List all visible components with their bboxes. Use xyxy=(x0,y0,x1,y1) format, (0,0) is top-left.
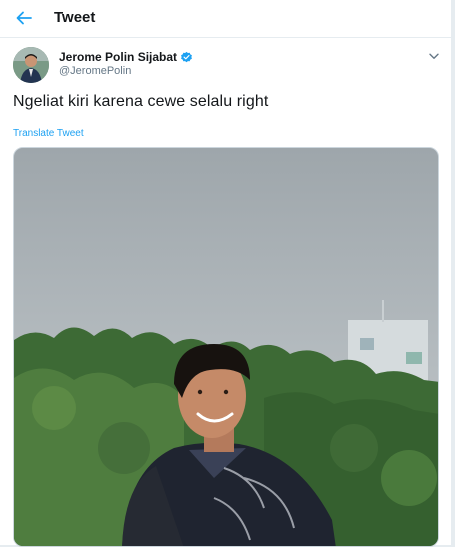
author-display-name[interactable]: Jerome Polin Sijabat xyxy=(59,50,177,64)
verified-badge-icon xyxy=(180,51,193,64)
page-header: Tweet xyxy=(0,0,451,38)
translate-tweet-link[interactable]: Translate Tweet xyxy=(13,128,84,139)
tweet-text: Ngeliat kiri karena cewe selalu right xyxy=(13,93,269,110)
tweet-page: Tweet Jerome Polin Sijabat @JeromePolin … xyxy=(0,0,452,547)
tweet-menu-button[interactable] xyxy=(426,49,442,63)
page-title: Tweet xyxy=(54,9,96,26)
chevron-down-icon xyxy=(429,53,439,59)
author-handle[interactable]: @JeromePolin xyxy=(59,65,131,77)
author-name-row: Jerome Polin Sijabat xyxy=(59,50,193,64)
tweet-photo[interactable] xyxy=(13,147,439,547)
back-button[interactable] xyxy=(11,6,37,30)
arrow-left-icon xyxy=(16,11,32,25)
avatar[interactable] xyxy=(13,47,49,83)
